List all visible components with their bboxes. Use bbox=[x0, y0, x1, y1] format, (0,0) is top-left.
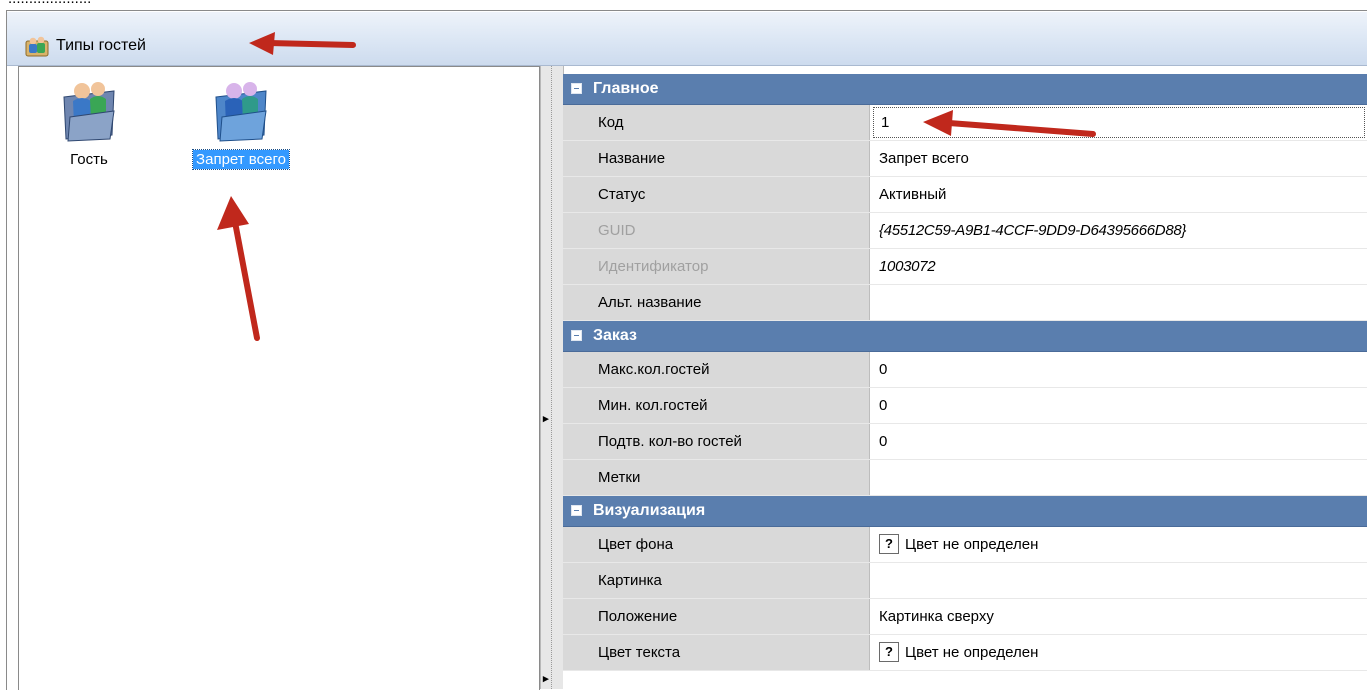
question-mark-icon: ? bbox=[879, 533, 899, 554]
property-row-position[interactable]: Положение Картинка сверху bbox=[563, 599, 1367, 635]
category-header-order[interactable]: Заказ bbox=[563, 321, 1367, 352]
property-value[interactable]: Запрет всего bbox=[871, 141, 1367, 176]
property-name: Идентификатор bbox=[586, 249, 870, 284]
property-value[interactable]: 0 bbox=[871, 388, 1367, 423]
list-item-label: Запрет всего bbox=[192, 149, 290, 170]
category-header-visualization[interactable]: Визуализация bbox=[563, 496, 1367, 527]
property-row-background-color[interactable]: Цвет фона ? Цвет не определен bbox=[563, 527, 1367, 563]
property-name: Код bbox=[586, 105, 870, 140]
property-value: 1003072 bbox=[879, 258, 936, 275]
property-name: Статус bbox=[586, 177, 870, 212]
property-row-identifier[interactable]: Идентификатор 1003072 bbox=[563, 249, 1367, 285]
row-gutter bbox=[563, 213, 586, 248]
property-row-min-guests[interactable]: Мин. кол.гостей 0 bbox=[563, 388, 1367, 424]
guest-type-icon bbox=[63, 82, 115, 142]
cut-off-toolbar-text: .................... bbox=[8, 0, 91, 7]
row-gutter bbox=[563, 563, 586, 598]
property-value-text: Цвет не определен bbox=[905, 644, 1039, 661]
collapse-icon[interactable] bbox=[571, 505, 582, 516]
category-label: Визуализация bbox=[593, 502, 706, 519]
annotation-arrow-code bbox=[923, 110, 1096, 137]
property-value[interactable]: Активный bbox=[871, 177, 1367, 212]
guest-types-list[interactable]: Гость Запрет всего bbox=[18, 66, 540, 690]
property-row-confirmed-guests[interactable]: Подтв. кол-во гостей 0 bbox=[563, 424, 1367, 460]
list-item-label: Гость bbox=[70, 151, 108, 168]
guest-type-icon bbox=[215, 82, 267, 142]
property-row-name[interactable]: Название Запрет всего bbox=[563, 141, 1367, 177]
property-name: Мин. кол.гостей bbox=[586, 388, 870, 423]
category-label: Главное bbox=[593, 80, 659, 97]
property-value[interactable] bbox=[871, 563, 1367, 598]
expand-arrow-icon[interactable]: ▸ bbox=[543, 412, 549, 425]
row-gutter bbox=[563, 105, 586, 140]
pane-splitter[interactable]: ▸ ▸ bbox=[540, 66, 564, 689]
page-title: Типы гостей bbox=[56, 37, 146, 54]
property-name: Альт. название bbox=[586, 285, 870, 320]
property-value[interactable]: 0 bbox=[871, 352, 1367, 387]
property-name: Подтв. кол-во гостей bbox=[586, 424, 870, 459]
list-item-guest[interactable]: Гость bbox=[49, 77, 129, 169]
property-name: Картинка bbox=[586, 563, 870, 598]
property-row-picture[interactable]: Картинка bbox=[563, 563, 1367, 599]
property-name: Положение bbox=[586, 599, 870, 634]
row-gutter bbox=[563, 527, 586, 562]
property-row-tags[interactable]: Метки bbox=[563, 460, 1367, 496]
row-gutter bbox=[563, 352, 586, 387]
property-value[interactable]: 0 bbox=[871, 424, 1367, 459]
property-name: Метки bbox=[586, 460, 870, 495]
property-name: GUID bbox=[586, 213, 870, 248]
row-gutter bbox=[563, 599, 586, 634]
property-value-text: Цвет не определен bbox=[905, 536, 1039, 553]
property-value[interactable] bbox=[871, 285, 1367, 320]
property-grid: Главное Код 1 Название Запрет всего Стат… bbox=[563, 74, 1367, 689]
annotation-arrow-item bbox=[217, 196, 260, 341]
question-mark-icon: ? bbox=[879, 641, 899, 662]
row-gutter bbox=[563, 460, 586, 495]
property-row-guid[interactable]: GUID {45512C59-A9B1-4CCF-9DD9-D64395666D… bbox=[563, 213, 1367, 249]
annotation-arrow-title bbox=[249, 32, 356, 55]
collapse-icon[interactable] bbox=[571, 330, 582, 341]
category-label: Заказ bbox=[593, 327, 637, 344]
property-row-max-guests[interactable]: Макс.кол.гостей 0 bbox=[563, 352, 1367, 388]
expand-arrow-icon[interactable]: ▸ bbox=[543, 672, 549, 685]
list-item-deny-all[interactable]: Запрет всего bbox=[171, 77, 311, 170]
row-gutter bbox=[563, 249, 586, 284]
property-name: Макс.кол.гостей bbox=[586, 352, 870, 387]
property-name: Название bbox=[586, 141, 870, 176]
guest-types-icon bbox=[25, 36, 49, 57]
row-gutter bbox=[563, 424, 586, 459]
property-name: Цвет фона bbox=[586, 527, 870, 562]
property-value: {45512C59-A9B1-4CCF-9DD9-D64395666D88} bbox=[879, 222, 1187, 239]
collapse-icon[interactable] bbox=[571, 83, 582, 94]
category-header-main[interactable]: Главное bbox=[563, 74, 1367, 105]
property-value[interactable] bbox=[871, 460, 1367, 495]
row-gutter bbox=[563, 285, 586, 320]
window-header: Типы гостей bbox=[7, 12, 1367, 66]
property-value[interactable]: ? Цвет не определен bbox=[871, 527, 1367, 562]
row-gutter bbox=[563, 141, 586, 176]
property-row-text-color[interactable]: Цвет текста ? Цвет не определен bbox=[563, 635, 1367, 671]
property-name: Цвет текста bbox=[586, 635, 870, 670]
row-gutter bbox=[563, 635, 586, 670]
row-gutter bbox=[563, 388, 586, 423]
splitter-grip bbox=[551, 66, 552, 689]
row-gutter bbox=[563, 177, 586, 212]
property-row-status[interactable]: Статус Активный bbox=[563, 177, 1367, 213]
property-value[interactable]: ? Цвет не определен bbox=[871, 635, 1367, 670]
property-row-alt-name[interactable]: Альт. название bbox=[563, 285, 1367, 321]
property-value[interactable]: Картинка сверху bbox=[871, 599, 1367, 634]
